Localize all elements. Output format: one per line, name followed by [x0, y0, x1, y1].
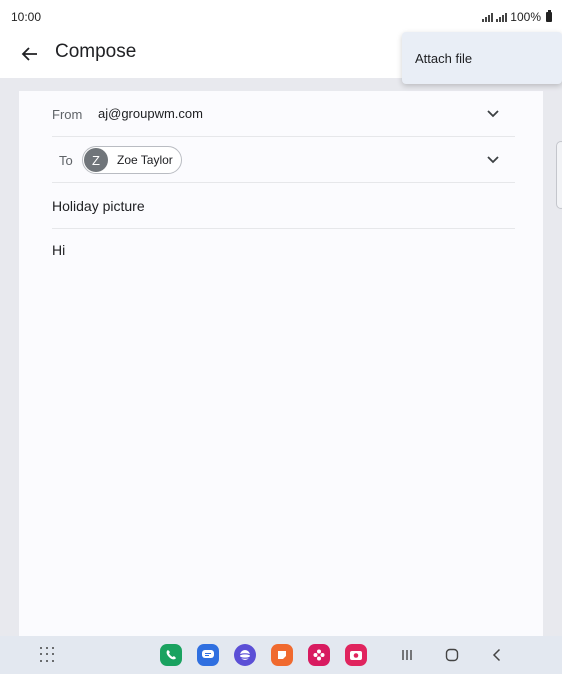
internet-app-icon[interactable] [234, 644, 256, 666]
signal-icon [482, 12, 494, 22]
subject-row: Holiday picture [52, 183, 515, 229]
body-field[interactable]: Hi [52, 242, 65, 258]
chevron-down-icon[interactable] [485, 151, 501, 167]
apps-grid-icon[interactable] [40, 647, 56, 663]
from-row: From aj@groupwm.com [52, 91, 515, 137]
phone-app-icon[interactable] [160, 644, 182, 666]
messages-app-icon[interactable] [197, 644, 219, 666]
status-bar: 10:00 100% [0, 0, 562, 32]
to-label: To [59, 153, 73, 168]
recipient-name: Zoe Taylor [117, 153, 173, 167]
from-field[interactable]: aj@groupwm.com [98, 106, 203, 121]
side-panel-handle[interactable] [556, 141, 562, 209]
notes-app-icon[interactable] [271, 644, 293, 666]
back-button[interactable] [14, 38, 46, 70]
avatar: Z [84, 148, 108, 172]
subject-field[interactable]: Holiday picture [52, 198, 145, 214]
attach-file-menu-item[interactable]: Attach file [402, 32, 562, 84]
recent-apps-icon[interactable] [397, 645, 417, 665]
gallery-app-icon[interactable] [308, 644, 330, 666]
signal-icon [496, 12, 508, 22]
back-nav-icon[interactable] [487, 645, 507, 665]
overflow-menu: Attach file [402, 32, 562, 84]
compose-form: From aj@groupwm.com To Z Zoe Taylor Holi… [19, 91, 543, 636]
battery-percent: 100% [510, 10, 541, 24]
home-icon[interactable] [442, 645, 462, 665]
status-time: 10:00 [11, 10, 42, 24]
arrow-back-icon [21, 47, 37, 61]
recipient-chip[interactable]: Z Zoe Taylor [82, 146, 182, 174]
status-icons: 100% [482, 10, 552, 24]
to-row: To Z Zoe Taylor [52, 137, 515, 183]
battery-icon [546, 10, 552, 22]
camera-app-icon[interactable] [345, 644, 367, 666]
from-label: From [52, 107, 83, 122]
page-title: Compose [55, 41, 137, 62]
chevron-down-icon[interactable] [485, 105, 501, 121]
navigation-bar [0, 636, 562, 674]
